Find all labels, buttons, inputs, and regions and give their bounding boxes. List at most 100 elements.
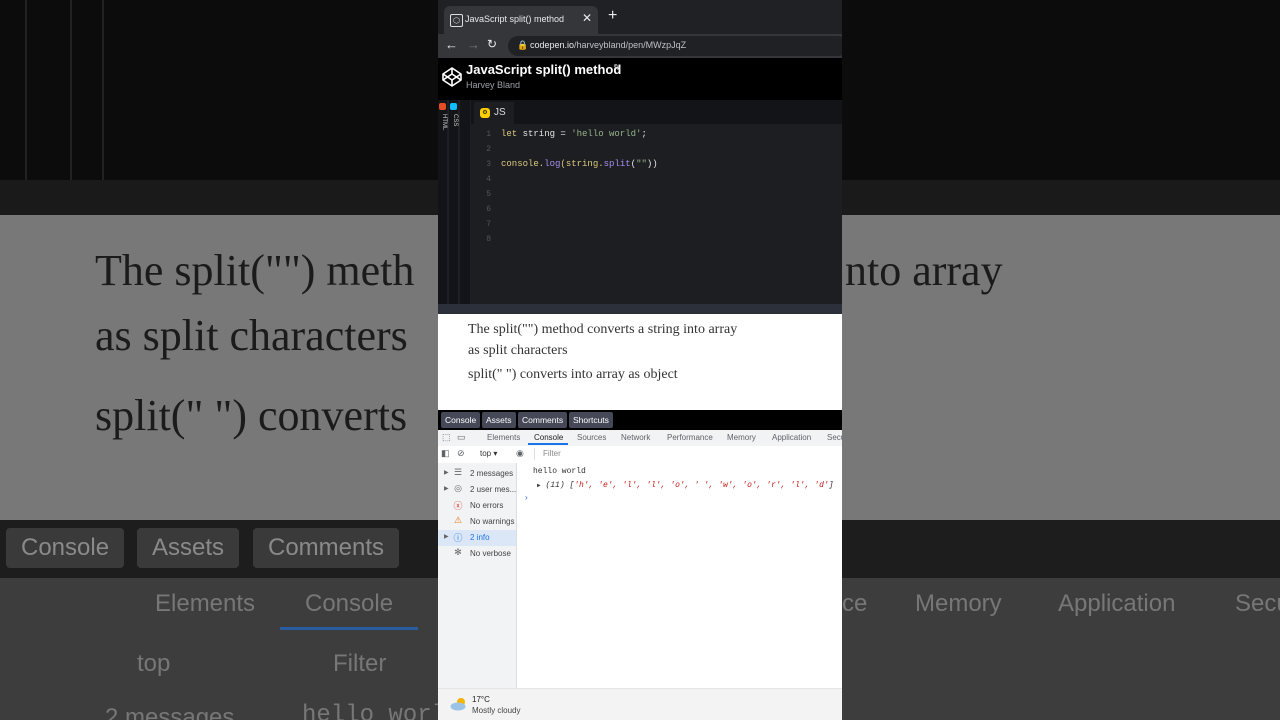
expand-arrow-icon[interactable]: ▶ <box>444 485 449 492</box>
console-prompt-icon[interactable]: › <box>525 493 528 502</box>
cloud-icon[interactable] <box>450 697 468 711</box>
background-column-line <box>25 0 27 180</box>
code-line: 7 <box>471 217 842 232</box>
list-icon: ☰ <box>453 467 463 477</box>
background-dev-tab: ce <box>842 590 868 617</box>
shortcuts-button[interactable]: Shortcuts <box>569 412 613 428</box>
preview-text: as split characters <box>468 343 568 358</box>
devtools-tab-console[interactable]: Console <box>534 433 563 442</box>
sidebar-item-errors[interactable]: ⓧ No errors <box>438 498 516 514</box>
line-number: 3 <box>486 160 491 169</box>
back-icon[interactable]: ← <box>445 37 458 52</box>
context-select[interactable]: top ▾ <box>480 449 497 458</box>
sidebar-toggle-icon[interactable]: ◧ <box>441 448 450 459</box>
css-icon <box>450 103 457 110</box>
devtools-tab-sources[interactable]: Sources <box>577 433 606 442</box>
browser-toolbar: ← → ↻ 🔒 codepen.io/harveybland/pen/MWzpJ… <box>438 34 842 58</box>
background-dev-tab: Elements <box>155 590 256 617</box>
filter-input[interactable]: Filter <box>534 448 842 460</box>
weather-temperature[interactable]: 17°C <box>472 695 490 704</box>
background-dev-tab: Memory <box>915 590 1002 617</box>
devtools-tab-memory[interactable]: Memory <box>727 433 756 442</box>
preview-text: split(" ") converts into array as object <box>468 367 678 382</box>
js-editor[interactable]: ⚙ JS 1 let string = 'hello world'; 2 3 c… <box>471 100 842 304</box>
sidebar-item-warnings[interactable]: ⚠ No warnings <box>438 514 516 530</box>
new-tab-icon[interactable]: + <box>608 8 617 24</box>
weather-condition[interactable]: Mostly cloudy <box>472 706 520 715</box>
background-dev-tab: Application <box>1058 590 1176 617</box>
editor-area: HTML CSS ⚙ JS 1 let string = 'hello worl… <box>438 100 842 304</box>
lock-icon: 🔒 <box>517 40 529 50</box>
edit-title-icon[interactable]: ✎ <box>613 63 621 74</box>
background-text-line: as split characters <box>95 311 408 360</box>
js-icon: ⚙ <box>480 108 490 118</box>
background-column-line <box>102 0 104 180</box>
phone-screen: ⬡ JavaScript split() method ✕ + ← → ↻ 🔒 … <box>438 0 842 720</box>
live-expression-eye-icon[interactable]: ◉ <box>516 448 524 459</box>
code-line: 1 let string = 'hello world'; <box>471 127 842 142</box>
background-text-line: hello worl <box>302 702 447 720</box>
css-pane-label: CSS <box>452 114 458 127</box>
sidebar-item-user-messages[interactable]: ▶ ◎ 2 user mes... <box>438 482 516 498</box>
sidebar-item-messages[interactable]: ▶ ☰ 2 messages <box>438 466 516 482</box>
line-number: 1 <box>486 130 491 139</box>
console-message[interactable]: ▶ (11) ['h', 'e', 'l', 'l', 'o', ' ', 'w… <box>537 481 834 490</box>
code-text: let string = 'hello world'; <box>501 129 647 139</box>
background-dev-tab: Secu <box>1235 590 1280 617</box>
browser-tab[interactable]: ⬡ JavaScript split() method ✕ <box>444 6 598 34</box>
warning-icon: ⚠ <box>453 515 463 525</box>
bug-icon: ✻ <box>454 547 462 557</box>
close-tab-icon[interactable]: ✕ <box>582 11 592 25</box>
error-icon: ⓧ <box>453 501 463 511</box>
expand-arrow-icon[interactable]: ▶ <box>444 469 449 476</box>
expand-object-icon[interactable]: ▶ <box>537 482 541 489</box>
url-text: codepen.io/harveybland/pen/MWzpJqZ <box>530 40 687 50</box>
comments-button[interactable]: Comments <box>518 412 568 428</box>
code-text: console.log(string.split("")) <box>501 159 658 169</box>
reload-icon[interactable]: ↻ <box>487 37 497 51</box>
background-dev-tab: Console <box>305 590 394 617</box>
codepen-logo-icon[interactable] <box>442 67 462 87</box>
devtools-tab-security[interactable]: Secu <box>827 433 842 442</box>
code-line: 2 <box>471 142 842 157</box>
active-tab-indicator <box>528 443 568 445</box>
devtools-tab-application[interactable]: Application <box>772 433 811 442</box>
resize-handle[interactable] <box>438 304 842 314</box>
pen-title[interactable]: JavaScript split() method <box>466 62 621 77</box>
devtools-tab-elements[interactable]: Elements <box>487 433 520 442</box>
collapsed-pane-gutter <box>460 100 470 304</box>
sidebar-item-label: No warnings <box>470 517 515 526</box>
sidebar-item-verbose[interactable]: ✻ No verbose <box>438 546 516 562</box>
sidebar-item-info[interactable]: ▶ ⓘ 2 info <box>438 530 516 546</box>
line-number: 2 <box>486 145 491 154</box>
js-tab[interactable]: ⚙ JS <box>474 102 514 124</box>
device-toolbar-icon[interactable]: ▭ <box>457 432 466 443</box>
html-collapsed-pane[interactable]: HTML <box>438 100 447 304</box>
console-toolbar: ◧ ⊘ top ▾ ◉ Filter <box>438 446 842 464</box>
code-line: 4 <box>471 172 842 187</box>
html-pane-label: HTML <box>441 114 447 131</box>
inspect-element-icon[interactable]: ⬚ <box>442 432 451 443</box>
codepen-bottom-bar: Console Assets Comments Shortcuts <box>438 410 842 430</box>
clear-console-icon[interactable]: ⊘ <box>457 448 465 459</box>
devtools-tab-network[interactable]: Network <box>621 433 650 442</box>
console-button[interactable]: Console <box>441 412 481 428</box>
sidebar-item-label: 2 user mes... <box>470 485 517 494</box>
css-collapsed-pane[interactable]: CSS <box>449 100 458 304</box>
line-number: 5 <box>486 190 491 199</box>
background-text-line: The split("") meth <box>95 246 415 295</box>
devtools-tab-performance[interactable]: Performance <box>667 433 713 442</box>
browser-tab-bar: ⬡ JavaScript split() method ✕ + <box>438 0 842 34</box>
code-lines[interactable]: 1 let string = 'hello world'; 2 3 consol… <box>471 127 842 247</box>
line-number: 8 <box>486 235 491 244</box>
forward-icon[interactable]: → <box>467 37 480 52</box>
assets-button[interactable]: Assets <box>482 412 516 428</box>
pen-author[interactable]: Harvey Bland <box>466 80 520 90</box>
background-filter: Filter <box>333 650 387 677</box>
windows-taskbar: 17°C Mostly cloudy <box>438 688 842 720</box>
address-bar[interactable]: 🔒 codepen.io/harveybland/pen/MWzpJqZ <box>508 36 842 56</box>
background-text-line: split(" ") converts <box>95 391 408 440</box>
line-number: 6 <box>486 205 491 214</box>
expand-arrow-icon[interactable]: ▶ <box>444 533 449 540</box>
preview-text: The split("") method converts a string i… <box>468 322 738 337</box>
